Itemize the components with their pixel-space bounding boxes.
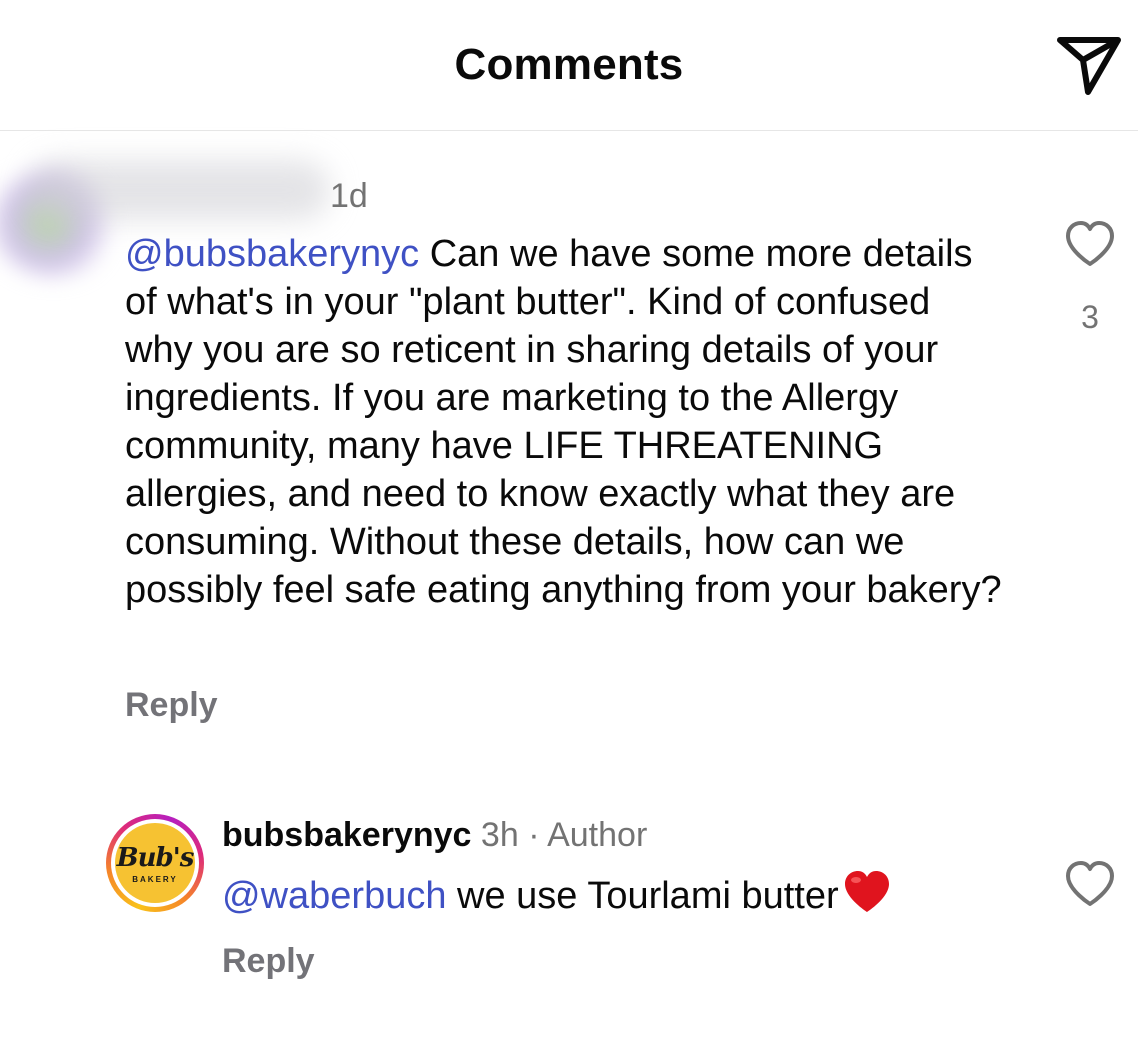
like-count: 3: [1081, 299, 1099, 335]
comment-text: @bubsbakerynyc Can we have some more det…: [125, 230, 1005, 614]
heart-outline-icon: [1066, 221, 1114, 266]
page-title: Comments: [454, 40, 684, 89]
paper-plane-icon: [1057, 37, 1121, 95]
comment-text: @waberbuch we use Tourlami butter❤️: [222, 870, 891, 920]
red-heart-emoji-icon: [844, 871, 889, 912]
mention-link[interactable]: @bubsbakerynyc: [125, 233, 419, 275]
reply-button[interactable]: Reply: [125, 686, 218, 725]
author-label: Author: [547, 816, 648, 854]
share-button[interactable]: [1052, 32, 1124, 104]
comment-meta: bubsbakerynyc 3h · Author: [222, 816, 647, 855]
bakery-logo: Bub's BAKERY: [115, 823, 195, 903]
mention-link[interactable]: @waberbuch: [222, 875, 446, 917]
comment-body: we use Tourlami butter: [446, 875, 839, 917]
logo-subtext: BAKERY: [132, 875, 178, 884]
logo-text: Bub's: [116, 843, 195, 873]
comment-timestamp: 3h: [480, 816, 519, 854]
comments-header: Comments: [0, 0, 1138, 131]
like-button[interactable]: [1064, 860, 1116, 908]
avatar[interactable]: Bub's BAKERY: [106, 814, 204, 912]
comment-body: Can we have some more details of what's …: [125, 233, 1002, 611]
meta-separator: ·: [528, 816, 540, 854]
like-button[interactable]: [1064, 220, 1116, 268]
username-redacted: [30, 160, 330, 220]
comment-username[interactable]: bubsbakerynyc: [222, 816, 471, 854]
heart-outline-icon: [1066, 861, 1114, 906]
reply-button[interactable]: Reply: [222, 942, 315, 981]
comment-timestamp: 1d: [330, 177, 368, 215]
